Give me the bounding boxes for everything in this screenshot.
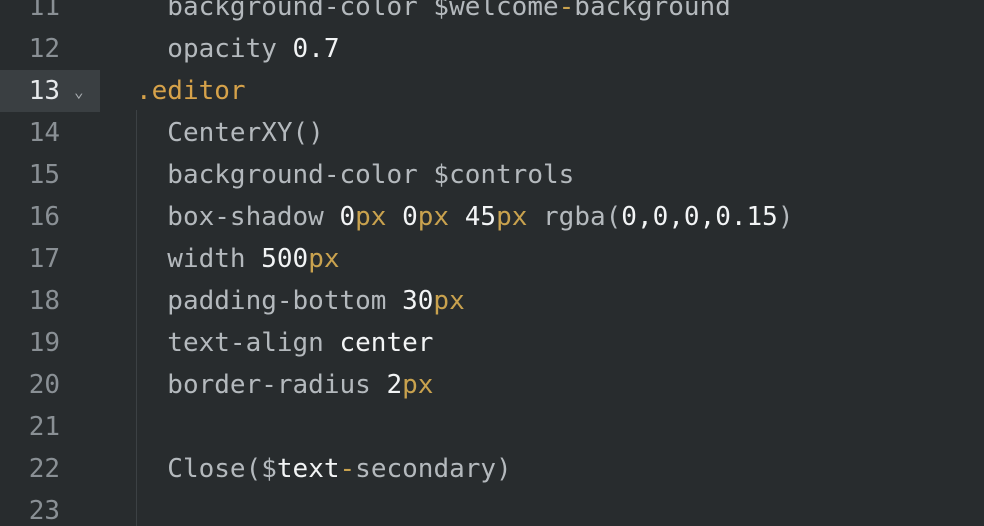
line-number: 13 (28, 76, 60, 106)
line-number: 20 (28, 370, 60, 400)
line-number-cell[interactable]: 11 (0, 0, 100, 28)
code-line-18[interactable]: 18 padding-bottom 30px (0, 280, 984, 322)
code-token: ) (777, 202, 794, 232)
code-token: 500 (261, 244, 309, 274)
code-token: padding-bottom (136, 286, 403, 316)
code-token: px (402, 370, 434, 400)
code-line-19[interactable]: 19 text-align center (0, 322, 984, 364)
line-number: 11 (28, 0, 60, 22)
code-token: background (574, 0, 731, 22)
code-token: width (136, 244, 262, 274)
code-token: secondary) (355, 454, 512, 484)
code-editor[interactable]: 11 background-color $welcome-background 1… (0, 0, 984, 526)
line-number: 23 (28, 496, 60, 526)
line-number-cell[interactable]: 17 (0, 238, 100, 280)
line-number-cell[interactable]: 16 (0, 196, 100, 238)
code-token: 0.7 (292, 34, 340, 64)
code-token: center (339, 328, 434, 358)
line-number-cell[interactable]: 23 (0, 490, 100, 526)
code-text[interactable]: opacity 0.7 (136, 28, 340, 70)
code-token: px (417, 202, 450, 232)
line-number-cell[interactable]: 13 ⌄ (0, 70, 100, 112)
line-number-cell[interactable]: 19 (0, 322, 100, 364)
code-text[interactable]: CenterXY() (136, 112, 324, 154)
code-text[interactable]: box-shadow 0px 0px 45px rgba(0,0,0,0.15) (136, 196, 794, 238)
line-number-cell[interactable]: 12 (0, 28, 100, 70)
line-number: 15 (28, 160, 60, 190)
code-line-14[interactable]: 14 CenterXY() (0, 112, 984, 154)
code-token: opacity (136, 34, 293, 64)
code-token: 0 (402, 202, 418, 232)
line-number: 17 (28, 244, 60, 274)
line-number: 14 (28, 118, 60, 148)
code-line-11[interactable]: 11 background-color $welcome-background (0, 0, 984, 28)
code-token: 0,0,0,0.15 (621, 202, 778, 232)
code-token: px (496, 202, 528, 232)
code-token: 45 (464, 202, 497, 232)
code-text[interactable]: text-align center (136, 322, 433, 364)
line-number: 19 (28, 328, 60, 358)
line-number: 22 (28, 454, 60, 484)
chevron-down-icon[interactable]: ⌄ (74, 70, 84, 114)
code-line-15[interactable]: 15 background-color $controls (0, 154, 984, 196)
line-number-cell[interactable]: 21 (0, 406, 100, 448)
code-text[interactable]: padding-bottom 30px (136, 280, 465, 322)
line-number-cell[interactable]: 15 (0, 154, 100, 196)
code-line-23[interactable]: 23 (0, 490, 984, 526)
code-token: box-shadow (136, 202, 340, 232)
code-token: 30 (402, 286, 434, 316)
line-number: 12 (28, 34, 60, 64)
code-line-13[interactable]: 13 ⌄ .editor (0, 70, 984, 112)
code-line-12[interactable]: 12 opacity 0.7 (0, 28, 984, 70)
code-token: px (433, 286, 465, 316)
code-token: - (558, 0, 575, 22)
line-number: 18 (28, 286, 60, 316)
code-text[interactable]: Close($text-secondary) (136, 448, 512, 490)
code-token: background-color $welcome (136, 0, 559, 22)
code-token: background-color $controls (136, 160, 575, 190)
code-token: - (339, 454, 356, 484)
code-line-17[interactable]: 17 width 500px (0, 238, 984, 280)
code-token: text-align (136, 328, 340, 358)
code-token: .editor (136, 76, 246, 106)
code-token: border-radius (136, 370, 387, 400)
code-text[interactable]: width 500px (136, 238, 340, 280)
code-text[interactable]: .editor (136, 70, 246, 112)
code-text[interactable]: background-color $controls (136, 154, 574, 196)
code-line-22[interactable]: 22 Close($text-secondary) (0, 448, 984, 490)
code-text[interactable]: background-color $welcome-background (136, 0, 731, 28)
line-number-cell[interactable]: 18 (0, 280, 100, 322)
code-token: text (276, 454, 340, 484)
code-line-21[interactable]: 21 (0, 406, 984, 448)
code-token: rgba( (527, 202, 622, 232)
code-line-20[interactable]: 20 border-radius 2px (0, 364, 984, 406)
code-token: px (308, 244, 340, 274)
line-number-cell[interactable]: 22 (0, 448, 100, 490)
code-token: 2 (386, 370, 403, 400)
code-token: CenterXY() (136, 118, 324, 148)
code-token: 0 (339, 202, 356, 232)
code-line-16[interactable]: 16 box-shadow 0px 0px 45px rgba(0,0,0,0.… (0, 196, 984, 238)
line-number: 21 (28, 412, 60, 442)
line-number-cell[interactable]: 20 (0, 364, 100, 406)
code-token: Close($ (136, 454, 277, 484)
code-token: px (355, 202, 387, 232)
code-text[interactable]: border-radius 2px (136, 364, 433, 406)
line-number: 16 (28, 202, 60, 232)
line-number-cell[interactable]: 14 (0, 112, 100, 154)
